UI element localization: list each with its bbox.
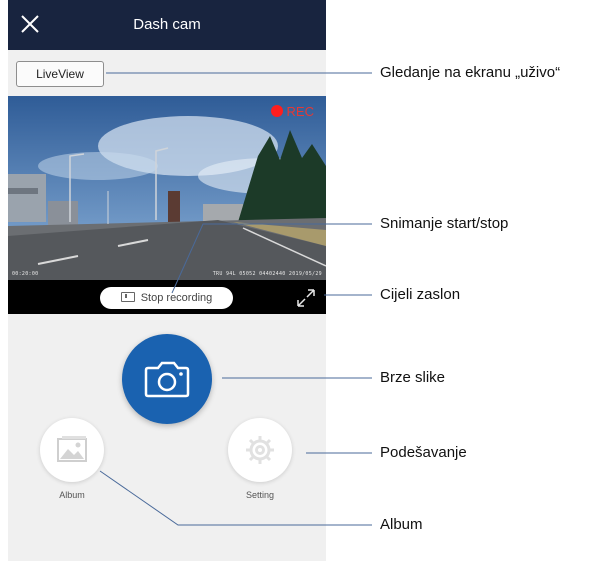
video-camera-icon [120, 292, 135, 302]
annotation-record: Snimanje start/stop [380, 215, 509, 232]
live-video-feed: REC 00:20:00 TRU 94L 05052 04402440 2019… [8, 96, 326, 280]
annotation-album: Album [380, 516, 423, 533]
album-button[interactable] [40, 418, 104, 482]
rec-label: REC [286, 104, 314, 119]
record-dot-icon [270, 105, 283, 117]
take-photo-button[interactable] [122, 334, 212, 424]
liveview-button[interactable]: LiveView [16, 61, 104, 87]
setting-button[interactable] [228, 418, 292, 482]
page-title: Dash cam [133, 16, 201, 33]
annotation-fullscreen: Cijeli zaslon [380, 286, 461, 303]
video-control-bar: Stop recording [8, 280, 326, 314]
image-icon [57, 436, 87, 462]
gear-icon [246, 436, 274, 464]
recording-indicator: REC [270, 104, 314, 119]
osd-time: 00:20:00 [12, 271, 39, 277]
annotation-liveview: Gledanje na ekranu „uživo“ [380, 64, 561, 81]
osd-info: TRU 94L 05052 04402440 2019/05/29 [212, 271, 322, 277]
stop-recording-button[interactable]: Stop recording [100, 287, 233, 309]
camera-icon [144, 361, 190, 398]
annotation-photo: Brze slike [380, 369, 446, 386]
road-scene-image [8, 96, 326, 280]
top-bar: Dash cam [8, 0, 326, 50]
expand-icon[interactable] [295, 287, 317, 309]
stop-recording-label: Stop recording [140, 292, 213, 304]
album-label: Album [59, 490, 85, 500]
phone-screen: Dash cam LiveView REC 00:20:00 TRU 94L 0… [8, 0, 326, 561]
setting-label: Setting [245, 490, 275, 500]
video-overlay-text: 00:20:00 TRU 94L 05052 04402440 2019/05/… [12, 271, 322, 277]
annotation-setting: Podešavanje [380, 444, 467, 461]
